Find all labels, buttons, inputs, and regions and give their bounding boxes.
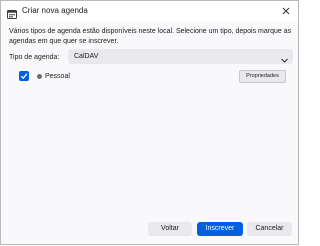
- dialog-window: Criar nova agenda Vários tipos de agenda…: [0, 0, 299, 245]
- calendar-icon: [7, 6, 17, 19]
- close-icon: [282, 7, 290, 15]
- chevron-down-icon: [280, 52, 289, 63]
- close-button[interactable]: [279, 4, 293, 18]
- calendar-color-dot: [37, 74, 42, 79]
- subscribe-button[interactable]: Inscrever: [197, 222, 243, 236]
- properties-button[interactable]: Propriedades: [239, 70, 286, 83]
- back-button[interactable]: Voltar: [148, 222, 192, 236]
- title-bar[interactable]: Criar nova agenda: [1, 1, 298, 22]
- calendar-type-select[interactable]: CalDAV: [68, 49, 293, 64]
- description-text: Vários tipos de agenda estão disponíveis…: [9, 28, 292, 45]
- calendar-type-label: Tipo de agenda:: [9, 54, 60, 61]
- check-icon: [20, 73, 28, 80]
- calendar-checkbox[interactable]: [19, 71, 29, 81]
- calendar-name: Pessoal: [45, 73, 70, 80]
- window-title: Criar nova agenda: [22, 6, 88, 15]
- calendar-list-item: Pessoal Propriedades: [19, 70, 292, 84]
- calendar-type-value: CalDAV: [74, 53, 99, 60]
- cancel-button[interactable]: Cancelar: [247, 222, 292, 236]
